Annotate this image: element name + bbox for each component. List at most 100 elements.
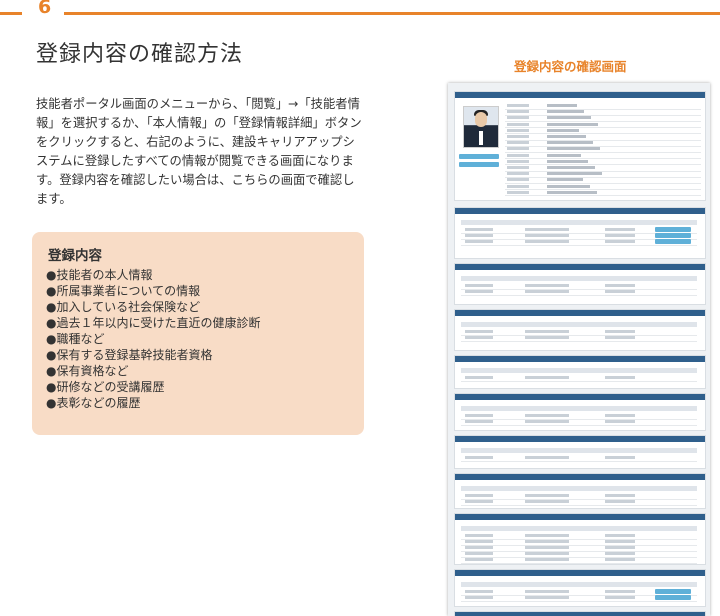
info-section-card [454, 435, 706, 469]
table-cell [605, 540, 635, 543]
field-divider [505, 195, 701, 197]
info-section-card [454, 263, 706, 305]
table-cell [465, 558, 493, 561]
table-cell [465, 330, 493, 333]
field-divider [505, 176, 701, 178]
table-cell [465, 290, 493, 293]
field-label [507, 178, 529, 182]
intro-paragraph: 技能者ポータル画面のメニューから、「閲覧」→「技能者情報」を選択するか、「本人情… [36, 97, 362, 206]
row-button [655, 233, 691, 238]
table-cell [465, 376, 493, 379]
table-cell [525, 500, 569, 503]
table-cell [465, 596, 493, 599]
table-header [461, 486, 697, 491]
table-cell [465, 552, 493, 555]
detail-button [459, 162, 499, 167]
section-header [455, 356, 705, 362]
field-value [547, 135, 586, 138]
info-section-card [454, 611, 706, 616]
table-cell [605, 228, 635, 231]
field-divider [505, 189, 701, 191]
table-header [461, 276, 697, 281]
table-cell [525, 590, 569, 593]
table-cell [525, 456, 569, 459]
table-divider [461, 418, 697, 420]
table-cell [465, 420, 493, 423]
table-divider [461, 562, 697, 564]
info-section-card [454, 393, 706, 431]
table-cell [525, 228, 569, 231]
table-cell [525, 546, 569, 549]
table-cell [525, 552, 569, 555]
field-label [507, 147, 529, 151]
page-title: 登録内容の確認方法 [36, 42, 244, 67]
registered-contents-box: 登録内容 ●技能者の本人情報 ●所属事業者についての情報 ●加入している社会保険… [32, 232, 364, 435]
photo-shirt [479, 131, 483, 145]
table-cell [525, 336, 569, 339]
table-cell [525, 420, 569, 423]
field-divider [505, 108, 701, 110]
field-divider [505, 182, 701, 184]
list-item: ●保有資格など [46, 364, 129, 378]
field-divider [505, 170, 701, 172]
table-divider [461, 460, 697, 462]
table-cell [465, 228, 493, 231]
list-item: ●職種など [46, 332, 105, 346]
table-cell [605, 284, 635, 287]
table-cell [605, 330, 635, 333]
field-label [507, 128, 529, 132]
field-value [547, 110, 584, 114]
section-header [455, 570, 705, 576]
field-label [507, 110, 529, 114]
field-label [507, 159, 529, 163]
profile-card [454, 91, 706, 201]
table-cell [465, 234, 493, 237]
worker-photo [463, 106, 499, 148]
field-divider [505, 145, 701, 147]
table-cell [465, 494, 493, 497]
table-cell [525, 540, 569, 543]
info-section-card [454, 473, 706, 509]
table-cell [605, 234, 635, 237]
table-divider [461, 538, 697, 540]
field-label [507, 172, 529, 176]
list-item: ●保有する登録基幹技能者資格 [46, 348, 213, 362]
confirmation-screen-screenshot [448, 83, 710, 616]
field-value [547, 190, 597, 194]
field-label [507, 122, 529, 126]
field-divider [505, 127, 701, 129]
table-cell [465, 456, 493, 459]
field-value [547, 166, 595, 169]
section-number: 6 [38, 0, 52, 18]
section-header [455, 474, 705, 480]
field-value [547, 178, 583, 182]
table-cell [605, 596, 635, 599]
table-header [461, 322, 697, 327]
info-section-card [454, 207, 706, 259]
section-header [455, 612, 705, 616]
field-label [507, 184, 529, 188]
table-header [461, 582, 697, 587]
table-divider [461, 334, 697, 336]
table-cell [525, 596, 569, 599]
table-divider [461, 550, 697, 552]
info-section-card [454, 355, 706, 389]
row-button [655, 589, 691, 594]
table-divider [461, 380, 697, 382]
field-value [547, 159, 588, 163]
field-divider [505, 139, 701, 141]
section-header [455, 264, 705, 270]
table-cell [525, 330, 569, 333]
table-divider [461, 294, 697, 296]
field-label [507, 166, 529, 169]
field-value [547, 153, 581, 157]
table-cell [605, 534, 635, 537]
table-divider [461, 424, 697, 426]
table-cell [525, 284, 569, 287]
table-divider [461, 600, 697, 602]
list-item: ●過去１年以内に受けた直近の健康診断 [46, 316, 261, 330]
section-header [455, 394, 705, 400]
field-value [547, 172, 602, 176]
table-cell [465, 240, 493, 243]
section-header [455, 436, 705, 442]
